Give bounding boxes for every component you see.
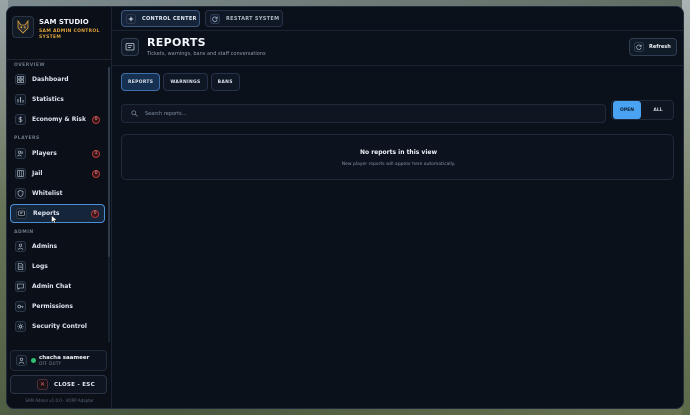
sidebar-item-label: Admin Chat bbox=[32, 283, 72, 290]
refresh-icon bbox=[210, 13, 220, 24]
sidebar-item-label: Logs bbox=[32, 263, 48, 270]
user-card[interactable]: chacha saameer OFF DUTY bbox=[10, 350, 107, 371]
section-players: PLAYERS bbox=[14, 136, 40, 141]
jail-icon bbox=[15, 168, 26, 179]
sidebar-item-economy-risk[interactable]: Economy & Risk 0 bbox=[10, 111, 105, 128]
sidebar-item-statistics[interactable]: Statistics bbox=[10, 91, 105, 108]
sidebar-item-jail[interactable]: Jail 0 bbox=[10, 165, 105, 182]
dollar-icon bbox=[15, 114, 26, 125]
users-icon bbox=[15, 148, 26, 159]
chat-icon bbox=[15, 281, 26, 292]
report-tabs: REPORTS WARNINGS BANS bbox=[121, 73, 240, 93]
tab-bans[interactable]: BANS bbox=[210, 73, 240, 91]
refresh-button[interactable]: Refresh bbox=[629, 38, 677, 56]
sidebar-item-label: Dashboard bbox=[32, 76, 69, 83]
sidebar-item-label: Permissions bbox=[32, 303, 73, 310]
wolf-logo-icon bbox=[12, 16, 34, 38]
sparkle-icon bbox=[126, 13, 136, 24]
sidebar-item-security-control[interactable]: Security Control bbox=[10, 318, 105, 335]
header-divider bbox=[112, 65, 683, 66]
sidebar-item-permissions[interactable]: Permissions bbox=[10, 298, 105, 315]
tab-label: RESTART SYSTEM bbox=[226, 15, 280, 22]
sidebar-scrollbar[interactable] bbox=[108, 67, 110, 342]
sidebar-item-label: Admins bbox=[32, 243, 58, 250]
filter-all[interactable]: ALL bbox=[644, 101, 672, 119]
mouse-cursor-icon bbox=[51, 215, 58, 224]
count-badge: 1 bbox=[92, 149, 100, 158]
restart-system-button[interactable]: RESTART SYSTEM bbox=[205, 10, 283, 27]
sidebar-item-label: Security Control bbox=[32, 323, 87, 330]
report-icon bbox=[121, 38, 139, 56]
sidebar-item-label: Reports bbox=[33, 210, 60, 217]
gear-icon bbox=[15, 321, 26, 332]
sidebar-item-whitelist[interactable]: Whitelist bbox=[10, 185, 105, 202]
count-badge: 0 bbox=[92, 169, 100, 178]
refresh-label: Refresh bbox=[649, 44, 671, 50]
grid-icon bbox=[15, 74, 26, 85]
sidebar-item-label: Whitelist bbox=[32, 190, 63, 197]
close-icon: ✕ bbox=[37, 379, 48, 390]
key-icon bbox=[15, 301, 26, 312]
sidebar-item-players[interactable]: Players 1 bbox=[10, 145, 105, 162]
section-overview: OVERVIEW bbox=[14, 63, 45, 68]
sidebar-item-logs[interactable]: Logs bbox=[10, 258, 105, 275]
empty-state: No reports in this view New player repor… bbox=[121, 134, 674, 180]
brand: SAM STUDIO SAM ADMIN CONTROL SYSTEM bbox=[12, 16, 108, 56]
sidebar: SAM STUDIO SAM ADMIN CONTROL SYSTEM OVER… bbox=[7, 7, 112, 408]
admin-window: SAM STUDIO SAM ADMIN CONTROL SYSTEM OVER… bbox=[6, 6, 684, 409]
count-badge: 0 bbox=[92, 115, 100, 124]
brand-title: SAM STUDIO bbox=[39, 18, 89, 26]
report-icon bbox=[16, 208, 27, 219]
status-filter: OPEN ALL bbox=[611, 100, 674, 120]
sidebar-divider bbox=[7, 59, 112, 60]
sidebar-item-admin-chat[interactable]: Admin Chat bbox=[10, 278, 105, 295]
sidebar-item-label: Jail bbox=[32, 170, 43, 177]
close-label: CLOSE - ESC bbox=[54, 381, 95, 388]
document-icon bbox=[15, 261, 26, 272]
sidebar-item-admins[interactable]: Admins bbox=[10, 238, 105, 255]
empty-title: No reports in this view bbox=[359, 149, 438, 156]
close-button[interactable]: ✕ CLOSE - ESC bbox=[10, 375, 107, 394]
sidebar-item-dashboard[interactable]: Dashboard bbox=[10, 71, 105, 88]
bar-chart-icon bbox=[15, 94, 26, 105]
search-icon bbox=[130, 110, 138, 118]
version-footer: SAM Admin v1.0.0 · VORP Adapter bbox=[25, 398, 94, 403]
brand-subtitle: SAM ADMIN CONTROL SYSTEM bbox=[39, 29, 100, 40]
refresh-icon bbox=[634, 42, 644, 52]
count-badge: 0 bbox=[91, 209, 99, 218]
page-title: REPORTS bbox=[147, 36, 206, 49]
tab-warnings[interactable]: WARNINGS bbox=[163, 73, 208, 91]
scrollbar-thumb[interactable] bbox=[108, 67, 110, 257]
page-subtitle: Tickets, warnings, bans and staff conver… bbox=[147, 51, 266, 57]
user-badge-icon bbox=[16, 355, 27, 366]
shield-icon bbox=[15, 188, 26, 199]
search-placeholder: Search reports... bbox=[145, 110, 187, 117]
duty-status: OFF DUTY bbox=[39, 361, 62, 366]
tab-label: CONTROL CENTER bbox=[142, 15, 197, 22]
top-bar: CONTROL CENTER RESTART SYSTEM bbox=[112, 7, 683, 31]
section-admin: ADMIN bbox=[14, 230, 34, 235]
sidebar-item-label: Economy & Risk bbox=[32, 116, 86, 123]
empty-text: New player reports will appear here auto… bbox=[341, 162, 456, 167]
sidebar-item-label: Players bbox=[32, 150, 57, 157]
tab-reports[interactable]: REPORTS bbox=[121, 73, 161, 91]
search-input[interactable]: Search reports... bbox=[121, 104, 606, 123]
filter-open[interactable]: OPEN bbox=[613, 101, 641, 119]
admins-icon bbox=[15, 241, 26, 252]
sidebar-item-label: Statistics bbox=[32, 96, 64, 103]
tab-control-center[interactable]: CONTROL CENTER bbox=[121, 10, 200, 27]
